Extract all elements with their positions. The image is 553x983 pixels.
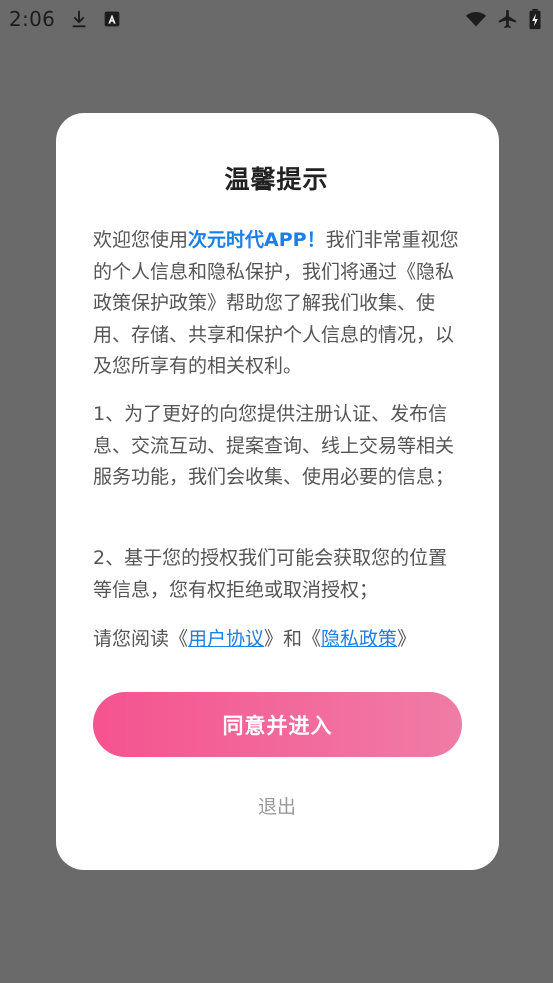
- intro-suffix: 我们非常重视您的个人信息和隐私保护，我们将通过《隐私政策保护政策》帮助您了解我们…: [93, 229, 459, 377]
- wifi-icon: [464, 8, 488, 30]
- privacy-policy-link[interactable]: 隐私政策: [321, 628, 397, 650]
- intro-prefix: 欢迎您使用: [93, 229, 189, 251]
- download-icon: [68, 8, 90, 30]
- status-bar: 2:06: [0, 0, 553, 38]
- a-notification-icon: [101, 8, 123, 30]
- app-name: 次元时代APP！: [188, 229, 326, 251]
- exit-button[interactable]: 退出: [237, 789, 317, 821]
- battery-charging-icon: [527, 8, 543, 30]
- permission-point-1: 1、为了更好的向您提供注册认证、发布信息、交流互动、提案查询、线上交易等相关服务…: [93, 403, 455, 488]
- read-notice-suffix: 》: [397, 628, 417, 650]
- read-notice-middle: 》和《: [264, 628, 322, 650]
- user-agreement-link[interactable]: 用户协议: [188, 628, 264, 650]
- read-notice-prefix: 请您阅读《: [93, 628, 189, 650]
- status-time: 2:06: [9, 7, 56, 31]
- intro-paragraph: 欢迎您使用次元时代APP！我们非常重视您的个人信息和隐私保护，我们将通过《隐私政…: [93, 225, 463, 383]
- permission-point-2: 2、基于您的授权我们可能会获取您的位置等信息，您有权拒绝或取消授权；: [93, 547, 448, 601]
- agree-enter-button[interactable]: 同意并进入: [93, 692, 462, 757]
- airplane-icon: [496, 8, 518, 30]
- dialog-title: 温馨提示: [224, 165, 329, 194]
- read-notice: 请您阅读《用户协议》和《隐私政策》: [93, 624, 463, 656]
